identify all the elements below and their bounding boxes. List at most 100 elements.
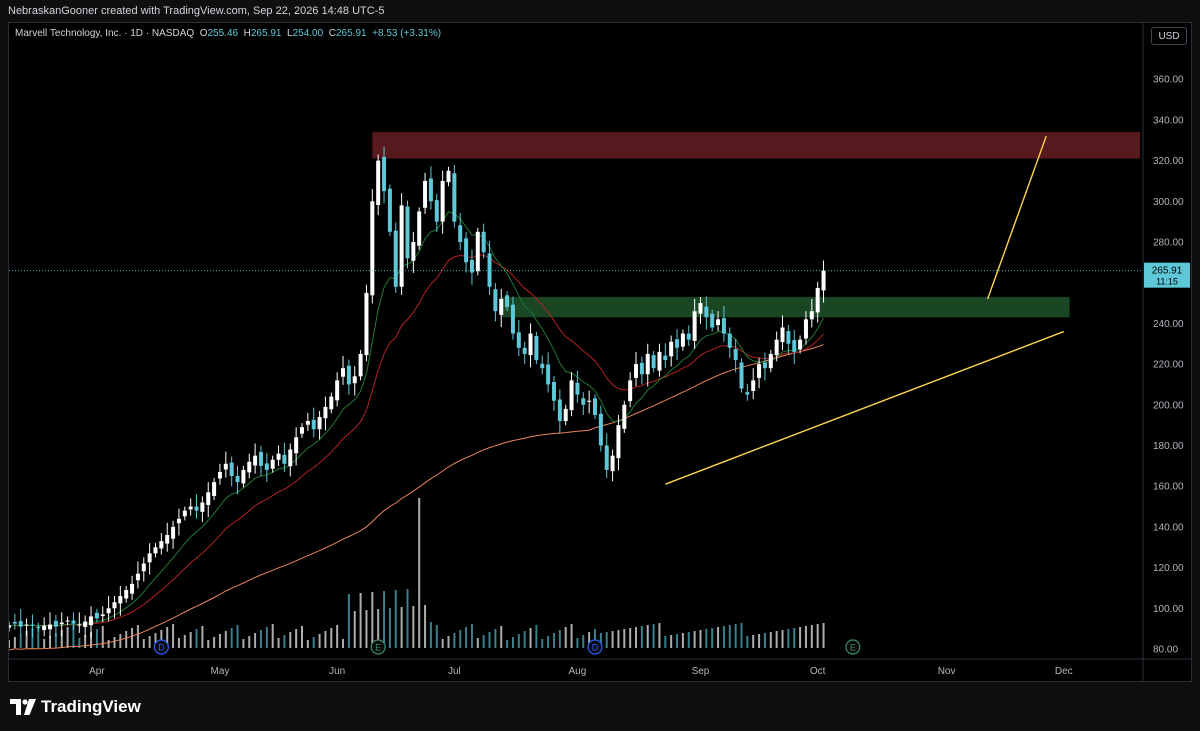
candle-body (557, 399, 562, 422)
y-tick-label: 300.00 (1153, 197, 1184, 208)
price-tag-countdown: 11:15 (1156, 277, 1178, 287)
candle-body (311, 419, 316, 430)
candle-body (452, 173, 457, 222)
candle-body (36, 626, 41, 628)
candle-body (540, 363, 545, 369)
volume-bar (810, 625, 813, 648)
currency-button[interactable]: USD (1151, 27, 1187, 45)
candle-body (288, 449, 293, 467)
volume-bar (576, 638, 579, 648)
chart-panel[interactable]: 80.00 100.00 120.00 140.00 160.00 180.00 200.0… (8, 22, 1192, 682)
support-zone (501, 296, 1070, 318)
candle-body (294, 437, 299, 454)
volume-bar (125, 631, 128, 648)
candle-body (446, 170, 451, 183)
candle-body (686, 333, 691, 340)
candle-body (657, 351, 662, 371)
candle-body (733, 349, 738, 361)
volume-bar (465, 627, 468, 648)
volume-bar (506, 640, 509, 648)
candle-body (370, 201, 375, 296)
candle-body (522, 347, 527, 354)
volume-bar (183, 635, 186, 648)
candle-body (622, 404, 627, 429)
volume-bar (248, 636, 251, 648)
candle-body (159, 541, 164, 549)
x-tick-label: Apr (89, 666, 105, 677)
candle-body (346, 365, 351, 385)
y-tick-label: 280.00 (1153, 238, 1184, 249)
volume-bar (611, 631, 614, 648)
volume-bar (758, 634, 761, 648)
candle-body (317, 417, 322, 430)
candle-body (534, 336, 539, 361)
candle-body (563, 408, 568, 422)
candle-body (24, 624, 29, 626)
close-value: 265.91 (335, 28, 367, 39)
volume-bar (218, 634, 221, 648)
volume-bar (101, 626, 104, 648)
x-tick-label: Dec (1055, 666, 1073, 677)
candle-body (329, 396, 334, 410)
candle-body (124, 589, 129, 599)
candle-body (94, 612, 99, 619)
y-tick-label: 240.00 (1153, 319, 1184, 330)
candle-body (651, 355, 656, 369)
candle-body (487, 253, 492, 287)
candle-body (510, 304, 515, 334)
candle-body (264, 463, 269, 470)
candle-body (358, 353, 363, 377)
candle-body (663, 355, 668, 361)
candle-body (241, 469, 246, 484)
candle-body (305, 421, 310, 425)
volume-bar (494, 629, 497, 648)
candle-body (639, 362, 644, 375)
candle-body (669, 341, 674, 357)
volume-bar (717, 627, 720, 648)
volume-bar (66, 627, 69, 648)
open-value: 255.46 (207, 28, 239, 39)
candle-body (276, 453, 281, 460)
volume-bar (107, 640, 110, 648)
candle-body (30, 624, 35, 626)
candle-body (235, 476, 240, 483)
volume-bar (347, 594, 350, 648)
candle-body (247, 461, 252, 473)
candle-body (423, 180, 428, 208)
volume-bar (681, 633, 684, 648)
candle-body (587, 400, 592, 402)
candle-body (153, 547, 158, 554)
candle-body (598, 413, 603, 446)
candle-body (551, 382, 556, 401)
x-tick-label: Sep (692, 666, 710, 677)
ema-fast-line (9, 211, 824, 627)
candle-body (405, 206, 410, 259)
volume-bar (664, 636, 667, 648)
volume-bar (400, 607, 403, 648)
x-tick-label: Nov (938, 666, 956, 677)
candle-body (352, 376, 357, 384)
high-label: H (243, 28, 251, 39)
candle-body (59, 622, 64, 625)
candle-body (634, 364, 639, 378)
volume-bar (711, 628, 714, 648)
price-chart[interactable]: 80.00 100.00 120.00 140.00 160.00 180.00 200.0… (9, 23, 1191, 681)
candle-body (229, 462, 234, 477)
candle-body (505, 295, 510, 308)
candle-body (499, 298, 504, 315)
change-value: +8.53 (+3.31%) (372, 28, 442, 39)
candle-body (417, 211, 422, 246)
volume-bar (429, 622, 432, 648)
candle-body (757, 364, 762, 378)
candle-body (727, 333, 732, 348)
candle-body (42, 625, 47, 631)
volume-bar (728, 625, 731, 648)
volume-bar (535, 625, 538, 648)
volume-bar (295, 629, 298, 648)
resistance-zone (372, 132, 1140, 159)
x-tick-label: May (211, 666, 230, 677)
volume-bar (172, 624, 175, 648)
volume-bar (617, 630, 620, 648)
volume-bar (752, 635, 755, 648)
candle-body (171, 526, 176, 539)
